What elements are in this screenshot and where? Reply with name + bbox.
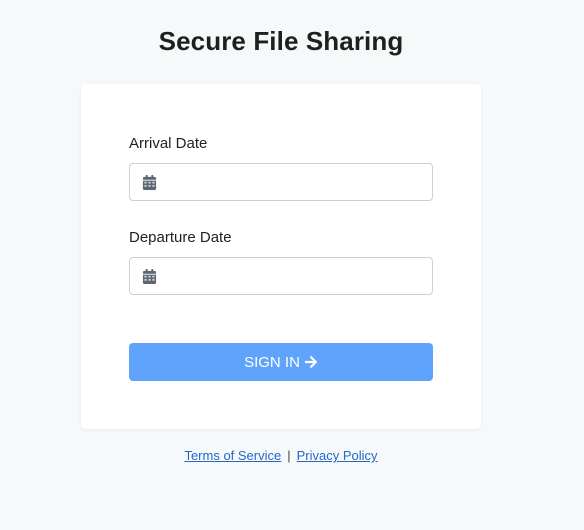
footer-separator: | bbox=[287, 448, 291, 463]
sign-in-label: SIGN IN bbox=[244, 353, 300, 371]
privacy-policy-link[interactable]: Privacy Policy bbox=[297, 448, 378, 463]
terms-of-service-link[interactable]: Terms of Service bbox=[184, 448, 281, 463]
calendar-icon bbox=[142, 269, 157, 284]
departure-date-input[interactable] bbox=[166, 258, 428, 294]
date-form-card: Arrival Date Departure Date SIGN IN bbox=[81, 84, 481, 429]
arrival-date-input[interactable] bbox=[166, 164, 428, 200]
arrow-right-icon bbox=[304, 356, 318, 368]
sign-in-button[interactable]: SIGN IN bbox=[129, 343, 433, 381]
arrival-date-field[interactable] bbox=[129, 163, 433, 201]
page-title: Secure File Sharing bbox=[158, 26, 404, 56]
departure-date-label: Departure Date bbox=[129, 229, 232, 246]
arrival-date-label: Arrival Date bbox=[129, 135, 208, 152]
departure-date-field[interactable] bbox=[129, 257, 433, 295]
calendar-icon bbox=[142, 175, 157, 190]
footer-links: Terms of Service | Privacy Policy bbox=[0, 448, 562, 463]
